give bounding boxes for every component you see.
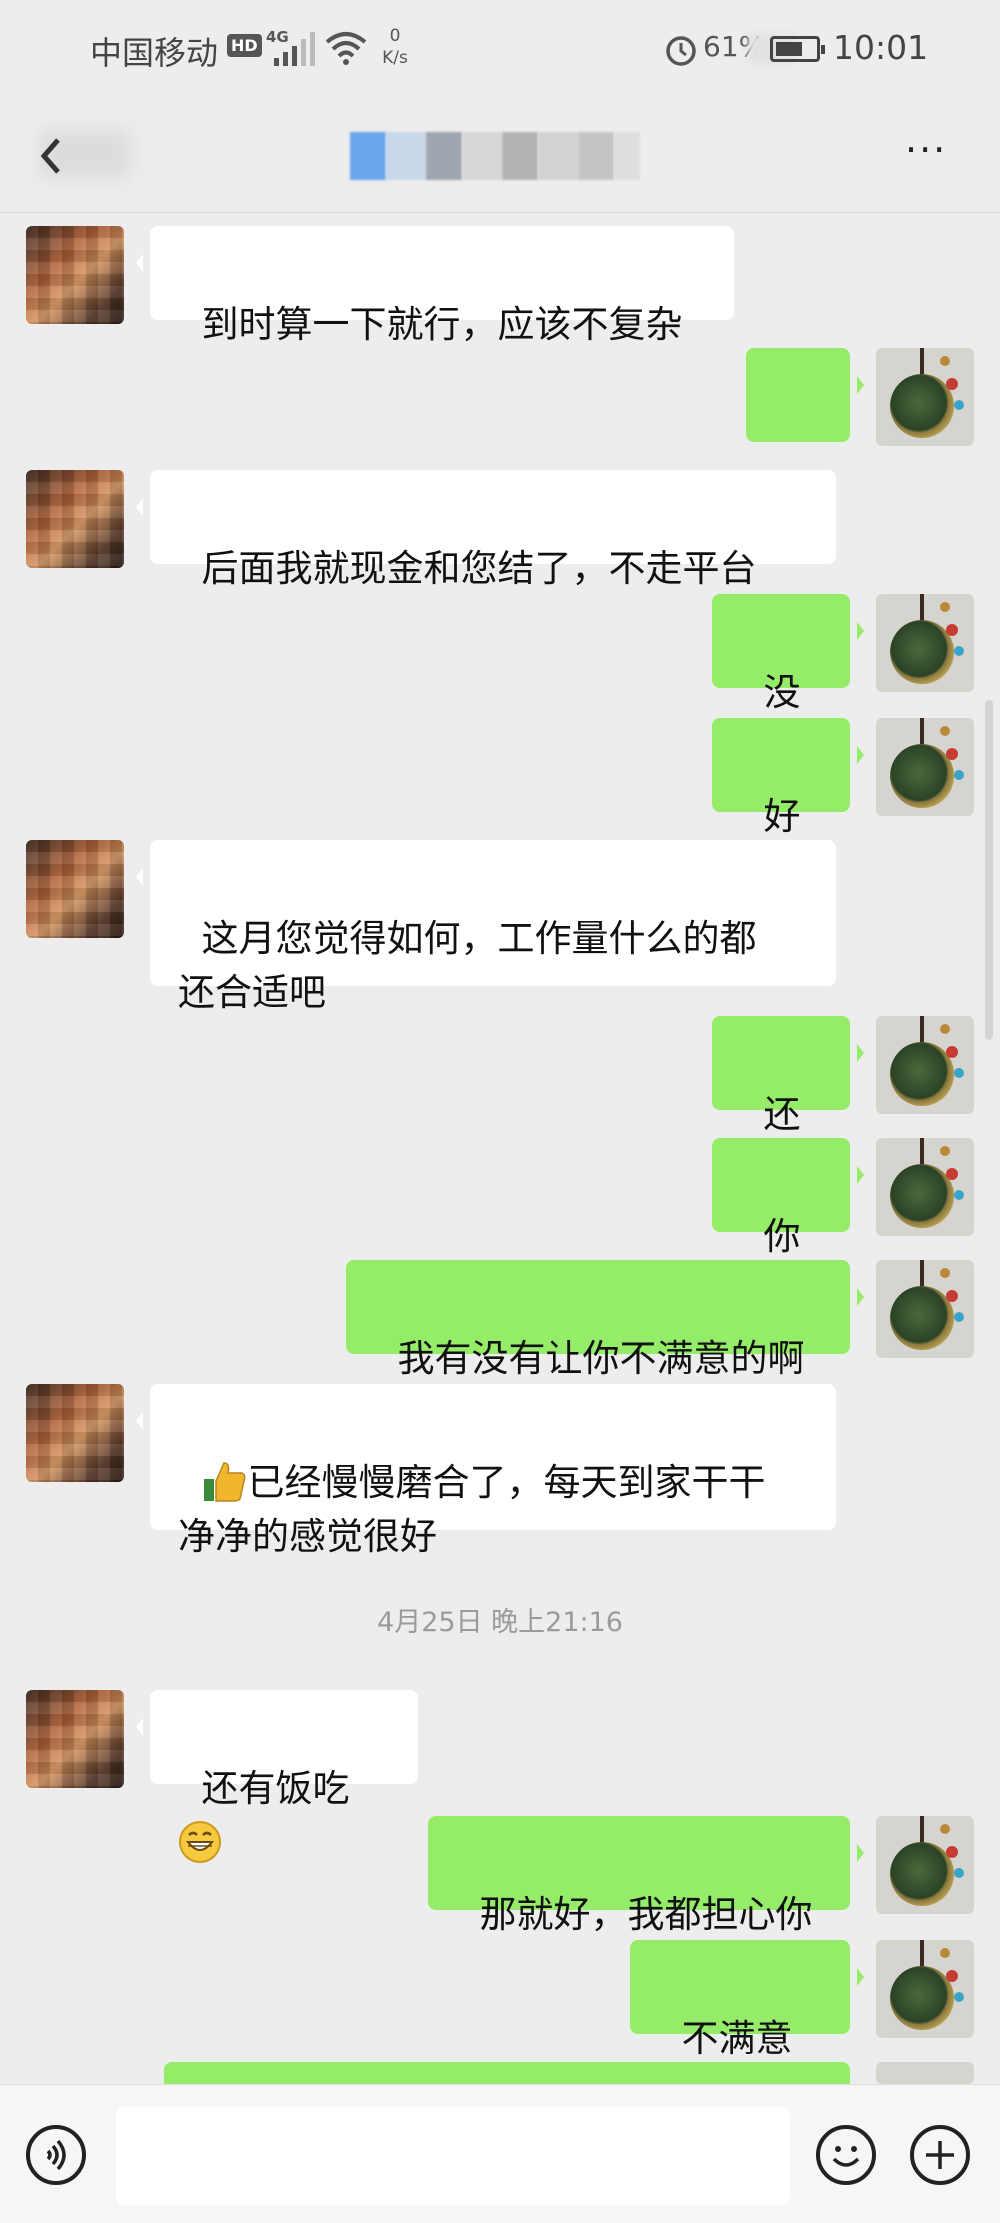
contact-avatar[interactable] <box>26 470 124 568</box>
message-text: 我有没有让你不满意的啊 <box>397 1337 805 1380</box>
my-avatar[interactable] <box>876 1940 974 2038</box>
message-text: 还有饭吃 <box>201 1767 350 1810</box>
battery-icon <box>770 36 825 62</box>
message-bubble-received[interactable]: 还有饭吃 <box>136 1690 418 1863</box>
my-avatar[interactable] <box>876 1016 974 1114</box>
network-speed: 0 K/s <box>375 25 415 69</box>
carrier-label: 中国移动 <box>90 34 219 72</box>
message-bubble-received[interactable]: 到时算一下就行，应该不复杂 <box>136 226 734 346</box>
voice-icon <box>46 2139 66 2171</box>
message-bubble-received[interactable]: 这月您觉得如何，工作量什么的都 还合适吧 <box>136 840 836 1014</box>
my-avatar[interactable] <box>876 718 974 816</box>
message-text: 已经慢慢磨合了，每天到家干干 净净的感觉很好 <box>178 1461 766 1558</box>
message-text: 那就好，我都担心你 <box>479 1893 813 1936</box>
message-bubble-sent[interactable]: 你呢 <box>712 1138 864 1312</box>
plus-icon <box>926 2141 954 2169</box>
more-options-button[interactable]: ··· <box>905 131 953 170</box>
message-bubble-received[interactable]: 后面我就现金和您结了，不走平台 <box>136 470 836 590</box>
status-bar: 中国移动 HD 4G 0 K/s 61% 10:01 <box>0 0 1000 100</box>
message-bubble-received[interactable]: 已经慢慢磨合了，每天到家干干 净净的感觉很好 <box>136 1384 836 1558</box>
chat-header: ··· <box>0 100 1000 213</box>
thumbs-up-icon <box>203 1461 245 1502</box>
message-text: 后面我就现金和您结了，不走平台 <box>201 547 757 590</box>
speed-unit: K/s <box>382 48 408 68</box>
clock: 10:01 <box>833 28 929 67</box>
my-avatar[interactable] <box>876 1138 974 1236</box>
message-bubble-sent[interactable]: 不满意呢 <box>630 1940 864 2114</box>
contact-avatar[interactable] <box>26 1690 124 1788</box>
my-avatar[interactable] <box>876 594 974 692</box>
voice-input-button[interactable] <box>26 2125 86 2185</box>
message-bubble-sent[interactable]: 那就好，我都担心你 <box>428 1816 864 1936</box>
grinning-face-icon <box>179 1820 221 1863</box>
hd-badge: HD <box>227 34 262 57</box>
message-input[interactable] <box>116 2107 790 2205</box>
chat-title-pixelated <box>350 132 640 180</box>
alarm-icon <box>666 36 696 66</box>
contact-avatar[interactable] <box>26 840 124 938</box>
wifi-icon <box>325 32 367 65</box>
my-avatar[interactable] <box>876 348 974 446</box>
message-bubble-sent[interactable] <box>746 348 864 521</box>
message-text: 到时算一下就行，应该不复杂 <box>201 303 683 346</box>
my-avatar[interactable] <box>876 1816 974 1914</box>
my-avatar-partial[interactable] <box>876 2062 974 2084</box>
timestamp-divider: 4月25日 晚上21:16 <box>377 1607 623 1638</box>
speed-value: 0 <box>389 26 401 46</box>
my-avatar[interactable] <box>876 1260 974 1358</box>
emoji-icon <box>832 2146 860 2167</box>
contact-avatar[interactable] <box>26 226 124 324</box>
input-bar <box>0 2084 1000 2223</box>
signal-icon <box>274 32 315 66</box>
message-bubble-sent[interactable]: 我有没有让你不满意的啊 <box>346 1260 864 1380</box>
message-bubble-sent[interactable]: 没事 <box>712 594 864 768</box>
message-text: 这月您觉得如何，工作量什么的都 还合适吧 <box>178 917 757 1014</box>
emoji-button[interactable] <box>816 2125 876 2185</box>
message-bubble-sent[interactable]: 还好 <box>712 1016 864 1190</box>
scrollbar[interactable] <box>985 700 993 1040</box>
message-bubble-sent[interactable]: 好的 <box>712 718 864 892</box>
back-icon[interactable] <box>36 130 132 182</box>
more-functions-button[interactable] <box>910 2125 970 2185</box>
contact-avatar[interactable] <box>26 1384 124 1482</box>
